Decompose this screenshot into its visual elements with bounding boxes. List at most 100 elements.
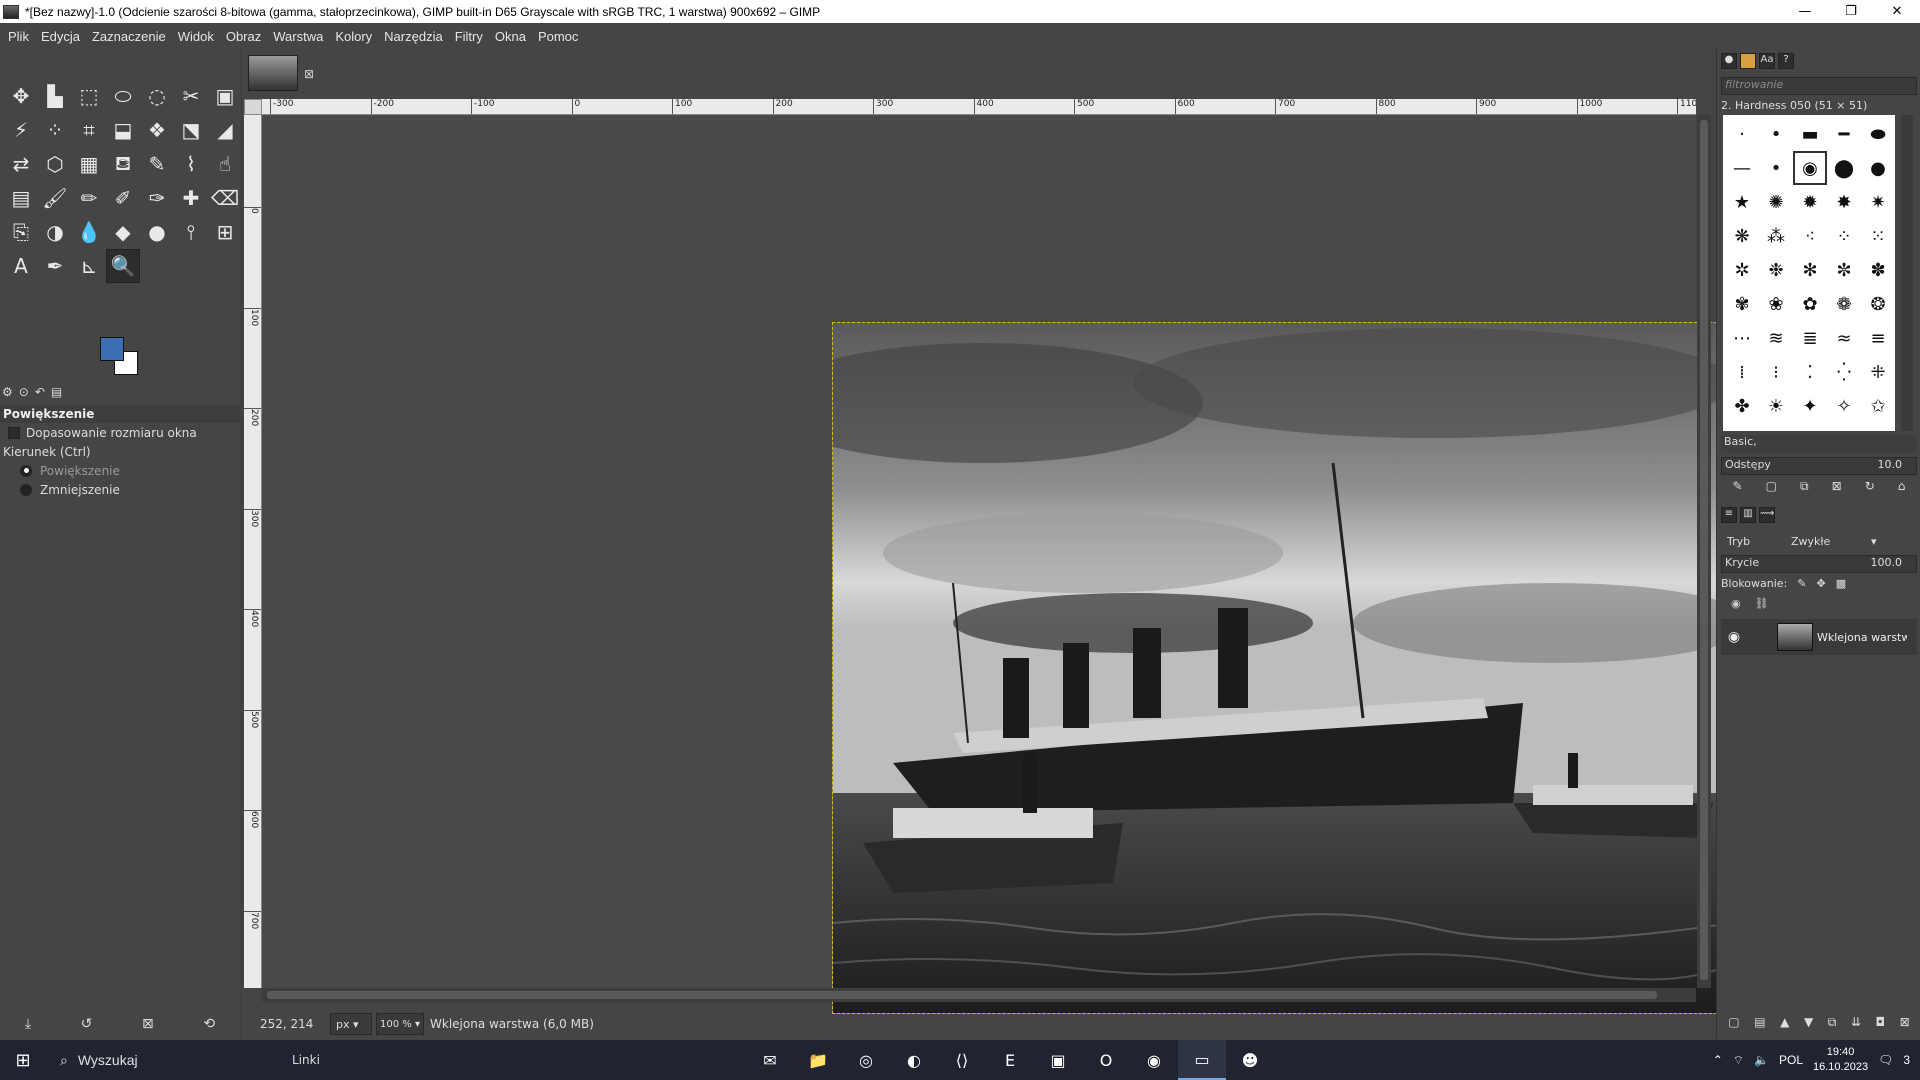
obs-icon[interactable]: ◎	[842, 1040, 890, 1080]
menu-item[interactable]: Zaznaczenie	[86, 29, 172, 44]
brush-item[interactable]: ❉	[1759, 253, 1793, 287]
menu-item[interactable]: Warstwa	[267, 29, 329, 44]
brush-item[interactable]: ⬬	[1861, 117, 1895, 151]
search-box[interactable]: ⌕ Wyszukaj	[46, 1040, 262, 1080]
brushes-tab-icon[interactable]: ●	[1721, 53, 1737, 69]
volume-icon[interactable]: 🔈	[1754, 1053, 1769, 1067]
canvas-area[interactable]	[262, 115, 1732, 1014]
eraser-icon[interactable]: ⌫	[208, 181, 242, 215]
brush-item[interactable]: ❁	[1827, 287, 1861, 321]
brush-item[interactable]: ⋯	[1725, 321, 1759, 355]
gimp-image-icon[interactable]: ▭	[1178, 1040, 1226, 1080]
brush-item[interactable]: ⬤	[1827, 151, 1861, 185]
mode-select[interactable]: Zwykłe	[1791, 535, 1871, 548]
layer-row[interactable]: ◉ Wklejona warstwa	[1721, 619, 1917, 655]
color-picker-icon[interactable]: ✒	[38, 249, 72, 283]
patterns-tab-icon[interactable]	[1740, 53, 1756, 69]
brush-item[interactable]: ❀	[1759, 287, 1793, 321]
opacity-spinner[interactable]: Krycie 100.0	[1721, 555, 1917, 573]
brush-item[interactable]: ⁙	[1861, 219, 1895, 253]
close-tab-icon[interactable]: ⊠	[304, 67, 314, 81]
zoom-tool-icon[interactable]: 🔍	[106, 249, 140, 283]
menu-item[interactable]: Obraz	[220, 29, 267, 44]
brush-item[interactable]: ⁜	[1861, 355, 1895, 389]
unified-transform-icon[interactable]: ⬓	[106, 113, 140, 147]
save-options-icon[interactable]: ⤓	[25, 1016, 31, 1032]
brush-item[interactable]: ━	[1827, 117, 1861, 151]
duplicate-brush-icon[interactable]: ⧉	[1800, 479, 1809, 499]
warp-transform-icon[interactable]: ❖	[140, 113, 174, 147]
brush-item[interactable]: ≈	[1827, 321, 1861, 355]
brush-item[interactable]: ●	[1861, 151, 1895, 185]
open-brush-icon[interactable]: ⌂	[1898, 479, 1906, 499]
resize-window-checkbox[interactable]	[8, 426, 20, 439]
brush-item[interactable]: •	[1759, 117, 1793, 151]
brush-item[interactable]: ✸	[1827, 185, 1861, 219]
brush-item[interactable]: ✹	[1793, 185, 1827, 219]
lock-alpha-icon[interactable]: ▩	[1836, 577, 1846, 590]
smudge-tool-icon[interactable]: ☝	[208, 147, 242, 181]
epic-games-icon[interactable]: E	[986, 1040, 1034, 1080]
zoom-out-option[interactable]: Zmniejszenie	[0, 480, 240, 499]
brush-item[interactable]: ≣	[1793, 321, 1827, 355]
mypaint-brush-icon[interactable]: ✎	[140, 147, 174, 181]
sharpen-tool-icon[interactable]: ◆	[106, 215, 140, 249]
dodge-burn-icon[interactable]: ◑	[38, 215, 72, 249]
brush-item[interactable]: ✼	[1827, 253, 1861, 287]
gimp-icon[interactable]: ☻	[1226, 1040, 1274, 1080]
minecraft-icon[interactable]: ▣	[1034, 1040, 1082, 1080]
menu-item[interactable]: Kolory	[329, 29, 378, 44]
zoom-out-radio[interactable]	[20, 483, 32, 496]
language-indicator[interactable]: POL	[1779, 1053, 1803, 1067]
cage-transform-icon[interactable]: ⬡	[38, 147, 72, 181]
delete-brush-icon[interactable]: ⊠	[1832, 479, 1842, 499]
vertical-ruler[interactable]: 0 100 200 300 400 500 600 700	[244, 115, 262, 988]
brush-item[interactable]: ❋	[1725, 219, 1759, 253]
brush-item[interactable]: ❂	[1861, 287, 1895, 321]
brush-item[interactable]: ☀	[1759, 389, 1793, 423]
merge-layer-icon[interactable]: ⇊	[1851, 1015, 1861, 1035]
color-select-icon[interactable]: ⁘	[38, 113, 72, 147]
brush-item[interactable]: ✲	[1725, 253, 1759, 287]
levels-tool-icon[interactable]: ⊞	[208, 215, 242, 249]
measure-tool-icon[interactable]: ⫯	[174, 215, 208, 249]
align-tool-icon[interactable]: ▙	[38, 79, 72, 113]
layer-name[interactable]: Wklejona warstwa	[1817, 631, 1907, 644]
raise-layer-icon[interactable]: ▲	[1780, 1015, 1789, 1035]
refresh-brush-icon[interactable]: ↻	[1865, 479, 1875, 499]
flip-tool-icon[interactable]: ⇄	[4, 147, 38, 181]
brush-item[interactable]: ⁞	[1725, 355, 1759, 389]
layers-tab-icon[interactable]: ≡	[1721, 507, 1737, 523]
brush-item[interactable]: ✻	[1793, 253, 1827, 287]
new-layer-icon[interactable]: ▢	[1728, 1015, 1739, 1035]
paths-tab-icon[interactable]: ⟿	[1759, 507, 1775, 523]
measure-angle-icon[interactable]: ⊾	[72, 249, 106, 283]
resize-window-option[interactable]: Dopasowanie rozmiaru okna	[0, 423, 240, 442]
ruler-corner[interactable]	[244, 99, 262, 115]
ellipse-select-icon[interactable]: ⬭	[106, 79, 140, 113]
image-tab-thumbnail[interactable]	[248, 55, 298, 91]
fuzzy-select-icon[interactable]: ⚡	[4, 113, 38, 147]
ink-tool-icon[interactable]: ✑	[140, 181, 174, 215]
blur-tool-icon[interactable]: 💧	[72, 215, 106, 249]
heal-tool-icon[interactable]: ✚	[174, 181, 208, 215]
restore-options-icon[interactable]: ↺	[81, 1016, 93, 1032]
handle-transform-icon[interactable]: ⬔	[174, 113, 208, 147]
path-tool-icon[interactable]: ⌇	[174, 147, 208, 181]
menu-item[interactable]: Edycja	[35, 29, 86, 44]
brush-item[interactable]: —	[1725, 151, 1759, 185]
channels-tab-icon[interactable]: ▥	[1740, 507, 1756, 523]
brush-item[interactable]: ⁘	[1827, 219, 1861, 253]
pencil-icon[interactable]: ✏	[72, 181, 106, 215]
horizontal-ruler[interactable]: -300 -200 -100 0 100 200 300 400 500 600 700 800 900…	[262, 99, 1696, 115]
brush-item[interactable]: ✦	[1793, 389, 1827, 423]
brush-item[interactable]: ⁖	[1793, 219, 1827, 253]
brush-item[interactable]: ≡	[1861, 321, 1895, 355]
maximize-button[interactable]: ❐	[1828, 0, 1874, 23]
brush-item[interactable]: ✺	[1759, 185, 1793, 219]
crop-tool-icon[interactable]: ⌗	[72, 113, 106, 147]
network-icon[interactable]: ⌔	[1733, 1053, 1744, 1068]
windows-start-button[interactable]: ⊞	[0, 1040, 46, 1080]
brush-filter-input[interactable]: filtrowanie	[1721, 77, 1917, 95]
zoom-select[interactable]: 100 % ▾	[376, 1013, 424, 1035]
